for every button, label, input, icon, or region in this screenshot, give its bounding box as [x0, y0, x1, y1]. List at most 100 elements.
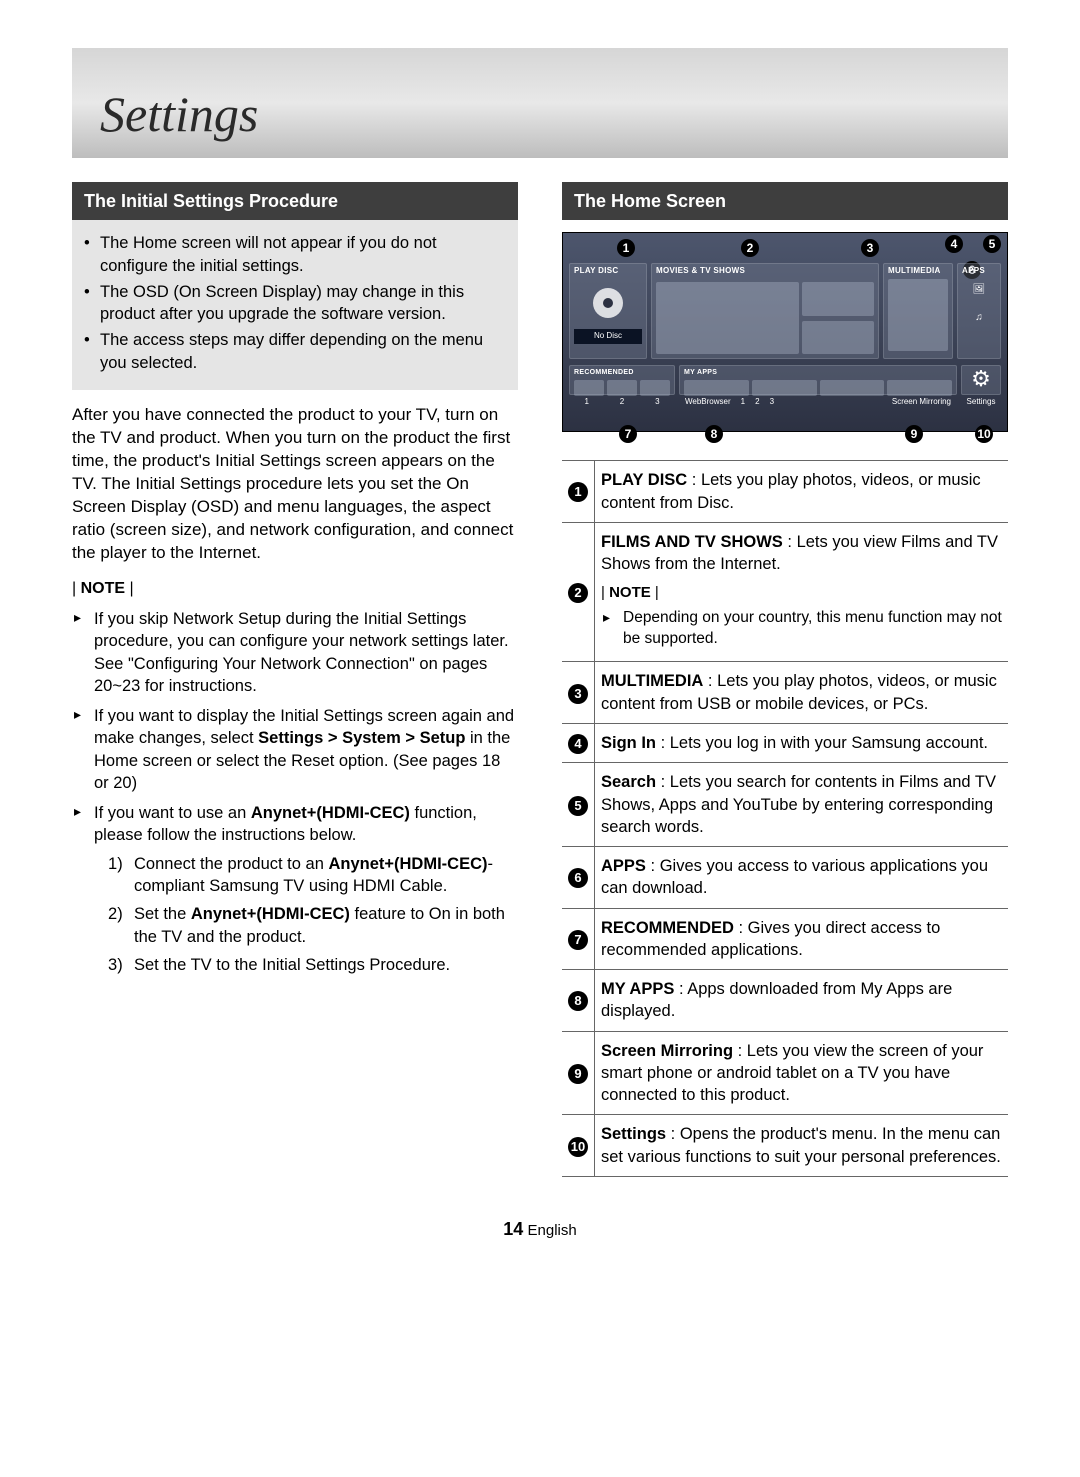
myapps-index: 123 [741, 397, 774, 408]
legend-desc: : Lets you log in with your Samsung acco… [656, 734, 988, 752]
marker-5-icon: 5 [983, 235, 1001, 253]
right-column: The Home Screen 1 2 3 4 5 6 PLAY DISC No [562, 182, 1008, 1177]
caption-settings: Settings [961, 397, 1001, 408]
panel-my-apps: MY APPS [679, 365, 957, 395]
substep-list: Connect the product to an Anynet+(HDMI-C… [94, 853, 518, 976]
poster-tile [802, 321, 874, 355]
note-list: If you skip Network Setup during the Ini… [72, 608, 518, 976]
legend-num-icon: 5 [568, 796, 588, 816]
subsection-header-home-screen: The Home Screen [562, 182, 1008, 220]
panel-label: MOVIES & TV SHOWS [656, 266, 874, 277]
page-footer: 14 English [72, 1217, 1008, 1241]
panel-label: PLAY DISC [574, 266, 642, 277]
info-box: The Home screen will not appear if you d… [72, 220, 518, 390]
legend-row: 6 APPS : Gives you access to various app… [562, 847, 1008, 909]
recommended-index: 123 [569, 397, 675, 408]
legend-table: 1 PLAY DISC : Lets you play photos, vide… [562, 460, 1008, 1177]
menu-path: Settings > System > Setup [258, 729, 465, 747]
legend-term: PLAY DISC [601, 471, 687, 489]
note-label: NOTE [601, 583, 1002, 603]
legend-row: 7 RECOMMENDED : Gives you direct access … [562, 908, 1008, 970]
marker-4-icon: 4 [945, 235, 963, 253]
legend-desc: : Gives you access to various applicatio… [601, 857, 988, 897]
poster-tile [802, 282, 874, 316]
legend-num-icon: 2 [568, 583, 588, 603]
info-item: The Home screen will not appear if you d… [84, 232, 506, 277]
caption-webbrowser: WebBrowser [685, 397, 731, 408]
legend-term: MY APPS [601, 980, 674, 998]
note-item: If you want to use an Anynet+(HDMI-CEC) … [72, 802, 518, 976]
feature-name: Anynet+(HDMI-CEC) [251, 804, 410, 822]
feature-name: Anynet+(HDMI-CEC) [191, 905, 350, 923]
text: Set the [134, 905, 191, 923]
marker-10-icon: 10 [975, 425, 993, 443]
legend-term: RECOMMENDED [601, 919, 734, 937]
panel-play-disc: PLAY DISC No Disc [569, 263, 647, 359]
marker-3-icon: 3 [861, 239, 879, 257]
legend-term: Settings [601, 1125, 666, 1143]
subsection-header-initial-settings: The Initial Settings Procedure [72, 182, 518, 220]
legend-num-icon: 3 [568, 684, 588, 704]
page-number: 14 [503, 1219, 523, 1239]
info-item: The OSD (On Screen Display) may change i… [84, 281, 506, 326]
legend-term: Sign In [601, 734, 656, 752]
panel-label: APPS [962, 266, 996, 277]
text: Connect the product to an [134, 855, 328, 873]
legend-num-icon: 7 [568, 930, 588, 950]
panel-multimedia: MULTIMEDIA [883, 263, 953, 359]
note-item: Depending on your country, this menu fun… [601, 608, 1002, 650]
poster-tile [656, 282, 799, 354]
marker-9-icon: 9 [905, 425, 923, 443]
legend-row: 1 PLAY DISC : Lets you play photos, vide… [562, 461, 1008, 523]
panel-apps: APPS 🖼 ♫ [957, 263, 1001, 359]
intro-paragraph: After you have connected the product to … [72, 404, 518, 565]
legend-row: 9 Screen Mirroring : Lets you view the s… [562, 1031, 1008, 1115]
feature-name: Anynet+(HDMI-CEC) [328, 855, 487, 873]
legend-num-icon: 4 [568, 734, 588, 754]
music-icon: ♫ [962, 311, 996, 325]
legend-row: 10 Settings : Opens the product's menu. … [562, 1115, 1008, 1177]
marker-8-icon: 8 [705, 425, 723, 443]
legend-row: 3 MULTIMEDIA : Lets you play photos, vid… [562, 662, 1008, 724]
substep-item: Connect the product to an Anynet+(HDMI-C… [108, 853, 518, 898]
legend-term: Search [601, 773, 656, 791]
note-item: If you want to display the Initial Setti… [72, 705, 518, 794]
panel-settings-gear: ⚙ [961, 365, 1001, 395]
manual-page: Settings The Initial Settings Procedure … [0, 0, 1080, 1301]
disc-icon [574, 277, 642, 329]
legend-term: Screen Mirroring [601, 1042, 733, 1060]
legend-term: APPS [601, 857, 646, 875]
panel-status: No Disc [574, 329, 642, 344]
panel-label: MULTIMEDIA [888, 266, 948, 277]
legend-num-icon: 6 [568, 868, 588, 888]
legend-term: FILMS AND TV SHOWS [601, 533, 783, 551]
panel-recommended: RECOMMENDED [569, 365, 675, 395]
panel-label: MY APPS [684, 368, 952, 377]
legend-row: 5 Search : Lets you search for contents … [562, 763, 1008, 847]
marker-1-icon: 1 [617, 239, 635, 257]
section-banner: Settings [72, 48, 1008, 158]
note-item: If you skip Network Setup during the Ini… [72, 608, 518, 697]
left-column: The Initial Settings Procedure The Home … [72, 182, 518, 1177]
substep-item: Set the Anynet+(HDMI-CEC) feature to On … [108, 903, 518, 948]
page-language: English [528, 1222, 577, 1239]
legend-desc: : Lets you search for contents in Films … [601, 773, 996, 836]
panel-movies-tv: MOVIES & TV SHOWS [651, 263, 879, 359]
legend-num-icon: 8 [568, 991, 588, 1011]
legend-num-icon: 9 [568, 1064, 588, 1084]
photo-icon: 🖼 [962, 283, 996, 297]
legend-term: MULTIMEDIA [601, 672, 703, 690]
substep-item: Set the TV to the Initial Settings Proce… [108, 954, 518, 976]
legend-row: 2 FILMS AND TV SHOWS : Lets you view Fil… [562, 522, 1008, 662]
legend-num-icon: 10 [568, 1137, 588, 1157]
panel-label: RECOMMENDED [574, 368, 670, 377]
poster-tile [888, 279, 948, 351]
home-screen-diagram: 1 2 3 4 5 6 PLAY DISC No Disc MOVIES & T [562, 232, 1008, 432]
marker-7-icon: 7 [619, 425, 637, 443]
page-title: Settings [100, 81, 258, 149]
note-label: NOTE [72, 578, 518, 600]
legend-row: 8 MY APPS : Apps downloaded from My Apps… [562, 970, 1008, 1032]
marker-2-icon: 2 [741, 239, 759, 257]
legend-num-icon: 1 [568, 482, 588, 502]
gear-icon: ⚙ [971, 368, 991, 390]
